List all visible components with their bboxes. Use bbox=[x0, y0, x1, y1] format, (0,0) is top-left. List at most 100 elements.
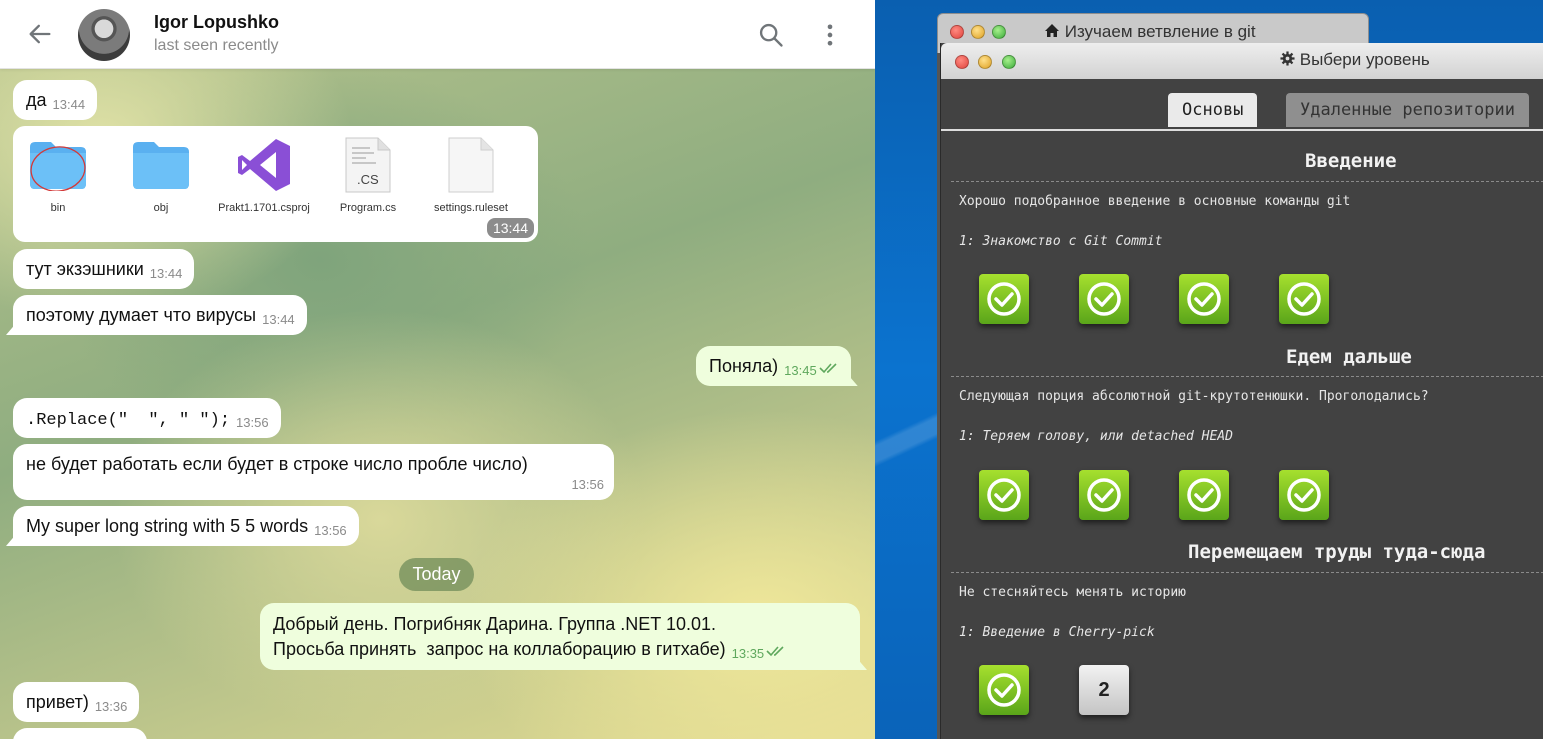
message-time: 13:45 bbox=[784, 363, 817, 378]
double-check-icon bbox=[766, 646, 784, 657]
message-time: 13:56 bbox=[571, 477, 604, 492]
message-in[interactable]: привет) 13:36 bbox=[13, 682, 140, 722]
tab-bar: Основы Удаленные репозитории bbox=[941, 79, 1543, 131]
avatar[interactable] bbox=[78, 9, 130, 61]
message-text: да bbox=[26, 90, 47, 110]
message-text: Поняла) bbox=[709, 356, 779, 376]
checkmark-circle-icon bbox=[1087, 282, 1121, 316]
level-button-completed[interactable] bbox=[979, 470, 1029, 520]
window-title: Изучаем ветвление в git bbox=[1044, 22, 1256, 42]
more-options-icon[interactable] bbox=[816, 21, 844, 49]
peer-name[interactable]: Igor Lopushko bbox=[154, 12, 279, 33]
peer-status: last seen recently bbox=[154, 37, 279, 54]
message-time: 13:56 bbox=[314, 523, 347, 538]
checkmark-circle-icon bbox=[1187, 282, 1221, 316]
section-title: Перемещаем труды туда-сюда bbox=[1188, 541, 1486, 563]
level-button-completed[interactable] bbox=[1079, 274, 1129, 324]
message-text-line: Просьба принять запрос на коллаборацию в… bbox=[273, 639, 726, 659]
file-item[interactable]: settings.ruleset bbox=[421, 134, 521, 214]
message-time: 13:44 bbox=[486, 218, 534, 238]
minimize-button[interactable] bbox=[978, 55, 992, 69]
file-attachments-message[interactable]: bin obj Prakt1.1701.csproj .CS Program.c… bbox=[13, 126, 538, 242]
checkmark-circle-icon bbox=[1287, 282, 1321, 316]
message-text: тут экзэшники bbox=[26, 259, 144, 279]
message-time: 13:35 bbox=[731, 646, 765, 661]
chat-header: Igor Lopushko last seen recently bbox=[0, 0, 875, 69]
section-title: Едем дальше bbox=[1286, 346, 1412, 368]
message-text: My super long string with 5 5 words bbox=[26, 516, 309, 536]
maximize-button[interactable] bbox=[1002, 55, 1016, 69]
level-button-completed[interactable] bbox=[1079, 470, 1129, 520]
message-in[interactable]: .Replace(" ", " "); 13:56 bbox=[13, 398, 281, 438]
level-button-completed[interactable] bbox=[1279, 274, 1329, 324]
checkmark-circle-icon bbox=[1287, 478, 1321, 512]
window-titlebar[interactable]: Выбери уровень bbox=[941, 43, 1543, 80]
checkmark-circle-icon bbox=[1187, 478, 1221, 512]
checkmark-circle-icon bbox=[987, 673, 1021, 707]
message-text: .Replace(" ", " "); bbox=[26, 411, 231, 430]
file-item[interactable]: bin bbox=[8, 134, 108, 214]
level-name: 1: Знакомство с Git Commit bbox=[959, 234, 1163, 249]
visual-studio-icon bbox=[238, 139, 290, 191]
file-item[interactable]: .CS Program.cs bbox=[318, 134, 418, 214]
telegram-chat-panel: Igor Lopushko last seen recently да 13:44… bbox=[0, 0, 875, 739]
level-name: 1: Введение в Cherry-pick bbox=[959, 625, 1155, 640]
message-time: 13:56 bbox=[236, 415, 269, 430]
message-out[interactable]: Поняла) 13:45 bbox=[696, 346, 851, 386]
back-arrow-icon[interactable] bbox=[26, 20, 54, 48]
close-button[interactable] bbox=[955, 55, 969, 69]
message-time: 13:44 bbox=[149, 266, 183, 281]
message-time: 13:44 bbox=[52, 97, 86, 112]
double-check-icon bbox=[819, 363, 837, 374]
checkmark-circle-icon bbox=[987, 478, 1021, 512]
section-description: Хорошо подобранное введение в основные к… bbox=[959, 194, 1351, 209]
section-description: Не стесняйтесь менять историю bbox=[959, 585, 1186, 600]
section-divider bbox=[951, 376, 1543, 377]
level-button-completed[interactable] bbox=[1179, 274, 1229, 324]
message-time: 13:36 bbox=[94, 699, 128, 714]
message-in[interactable] bbox=[13, 728, 147, 739]
file-name: Prakt1.1701.csproj bbox=[218, 202, 310, 214]
level-button-completed[interactable] bbox=[1279, 470, 1329, 520]
message-text: привет) bbox=[26, 692, 89, 712]
level-button-completed[interactable] bbox=[979, 274, 1029, 324]
date-separator: Today bbox=[399, 558, 474, 591]
tab-basics[interactable]: Основы bbox=[1168, 93, 1258, 127]
folder-icon bbox=[133, 142, 189, 189]
message-time: 13:44 bbox=[262, 312, 295, 327]
message-in[interactable]: тут экзэшники 13:44 bbox=[13, 249, 195, 289]
message-in[interactable]: да 13:44 bbox=[13, 80, 98, 120]
svg-text:.CS: .CS bbox=[357, 172, 379, 187]
message-out[interactable]: Добрый день. Погрибняк Дарина. Группа .N… bbox=[260, 603, 860, 670]
maximize-button[interactable] bbox=[992, 25, 1006, 39]
window-title-text: Выбери уровень bbox=[1299, 50, 1430, 69]
folder-icon bbox=[30, 142, 86, 191]
level-button-2[interactable]: 2 bbox=[1079, 665, 1129, 715]
file-name: obj bbox=[153, 202, 169, 214]
cs-file-icon: .CS bbox=[345, 137, 391, 193]
window-title: Выбери уровень bbox=[1280, 50, 1430, 70]
search-icon[interactable] bbox=[757, 21, 785, 49]
checkmark-circle-icon bbox=[1087, 478, 1121, 512]
section-divider bbox=[951, 181, 1543, 182]
message-in[interactable]: My super long string with 5 5 words 13:56 bbox=[13, 506, 359, 546]
section-description: Следующая порция абсолютной git-крутотен… bbox=[959, 389, 1429, 404]
file-name: Program.cs bbox=[339, 202, 397, 214]
section-title: Введение bbox=[1305, 150, 1397, 172]
close-button[interactable] bbox=[950, 25, 964, 39]
tab-remote-repositories[interactable]: Удаленные репозитории bbox=[1286, 93, 1529, 127]
file-item[interactable]: obj bbox=[111, 134, 211, 214]
window-title-text: Изучаем ветвление в git bbox=[1064, 22, 1256, 41]
level-name: 1: Теряем голову, или detached HEAD bbox=[959, 429, 1233, 444]
checkmark-circle-icon bbox=[987, 282, 1021, 316]
message-text: не будет работать если будет в строке чи… bbox=[26, 454, 528, 474]
level-select-window: Выбери уровень Основы Удаленные репозито… bbox=[940, 43, 1543, 739]
message-in[interactable]: поэтому думает что вирусы 13:44 bbox=[13, 295, 307, 335]
file-name: settings.ruleset bbox=[434, 202, 508, 214]
level-button-completed[interactable] bbox=[1179, 470, 1229, 520]
file-item[interactable]: Prakt1.1701.csproj bbox=[214, 134, 314, 214]
message-text: поэтому думает что вирусы bbox=[26, 305, 257, 325]
minimize-button[interactable] bbox=[971, 25, 985, 39]
message-in[interactable]: не будет работать если будет в строке чи… bbox=[13, 444, 614, 500]
level-button-completed[interactable] bbox=[979, 665, 1029, 715]
